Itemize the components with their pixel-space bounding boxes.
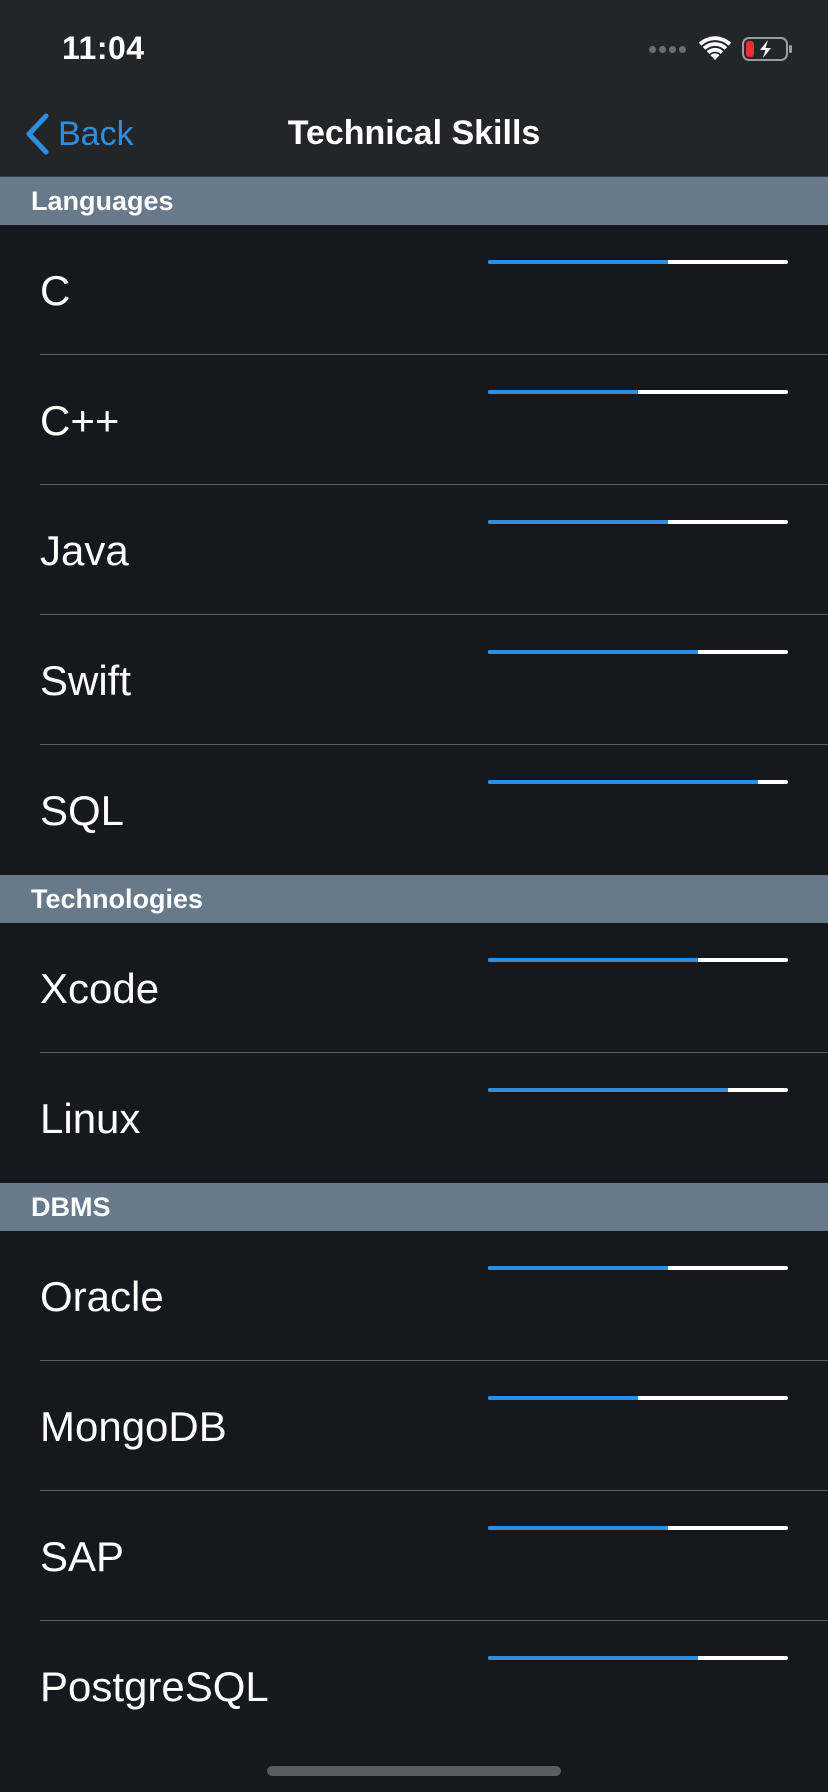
- skill-label: PostgreSQL: [40, 1663, 269, 1710]
- skill-label: Oracle: [40, 1273, 164, 1320]
- skill-progress-bar: [488, 390, 788, 394]
- signal-icon: [649, 45, 686, 53]
- skill-progress-fill: [488, 1526, 668, 1530]
- skill-progress-bar: [488, 520, 788, 524]
- skill-progress-fill: [488, 1266, 668, 1270]
- skill-row: C: [0, 225, 828, 355]
- section-header: Technologies: [0, 875, 828, 923]
- skill-label: Linux: [40, 1095, 141, 1142]
- skill-progress-bar: [488, 1088, 788, 1092]
- skill-row: Xcode: [0, 923, 828, 1053]
- wifi-icon: [698, 36, 732, 60]
- skill-row: Java: [0, 485, 828, 615]
- section-header: DBMS: [0, 1183, 828, 1231]
- skill-progress-bar: [488, 958, 788, 962]
- skill-progress-bar: [488, 1656, 788, 1660]
- skill-label: C: [40, 267, 71, 314]
- skill-progress-bar: [488, 650, 788, 654]
- section-title: Languages: [31, 186, 174, 216]
- skill-progress-fill: [488, 1088, 728, 1092]
- skill-row: Oracle: [0, 1231, 828, 1361]
- status-icons: [649, 34, 794, 64]
- navigation-bar: Back Technical Skills: [0, 100, 828, 177]
- skill-progress-bar: [488, 1266, 788, 1270]
- skill-row: SQL: [0, 745, 828, 875]
- skill-row: Swift: [0, 615, 828, 745]
- skill-label: Xcode: [40, 965, 160, 1012]
- section-header: Languages: [0, 177, 828, 225]
- skills-list: Languages C C++ Java Swift SQL Technologies Xco…: [0, 177, 828, 1751]
- skill-progress-fill: [488, 1396, 638, 1400]
- skill-progress-fill: [488, 1656, 698, 1660]
- battery-charging-icon: [742, 37, 792, 61]
- section-title: DBMS: [31, 1192, 111, 1222]
- skill-row: C++: [0, 355, 828, 485]
- status-bar: 11:04: [0, 0, 828, 100]
- skill-row: MongoDB: [0, 1361, 828, 1491]
- skill-label: C++: [40, 397, 120, 444]
- skill-progress-fill: [488, 260, 668, 264]
- skill-label: Swift: [40, 657, 132, 704]
- skill-progress-bar: [488, 260, 788, 264]
- skill-progress-bar: [488, 1526, 788, 1530]
- skill-label: SAP: [40, 1533, 125, 1580]
- skill-row: PostgreSQL: [0, 1621, 828, 1751]
- page-title: Technical Skills: [287, 114, 541, 152]
- skill-row: SAP: [0, 1491, 828, 1621]
- skill-progress-bar: [488, 780, 788, 784]
- home-indicator[interactable]: [267, 1766, 561, 1776]
- skill-progress-fill: [488, 390, 638, 394]
- skill-label: SQL: [40, 787, 125, 834]
- skill-row: Linux: [0, 1053, 828, 1183]
- section-title: Technologies: [31, 884, 204, 914]
- skill-progress-fill: [488, 650, 698, 654]
- skill-progress-fill: [488, 520, 668, 524]
- skill-label: MongoDB: [40, 1403, 227, 1450]
- skill-progress-fill: [488, 780, 758, 784]
- skill-progress-fill: [488, 958, 698, 962]
- skill-progress-bar: [488, 1396, 788, 1400]
- status-time: 11:04: [62, 30, 145, 66]
- skill-label: Java: [40, 527, 129, 574]
